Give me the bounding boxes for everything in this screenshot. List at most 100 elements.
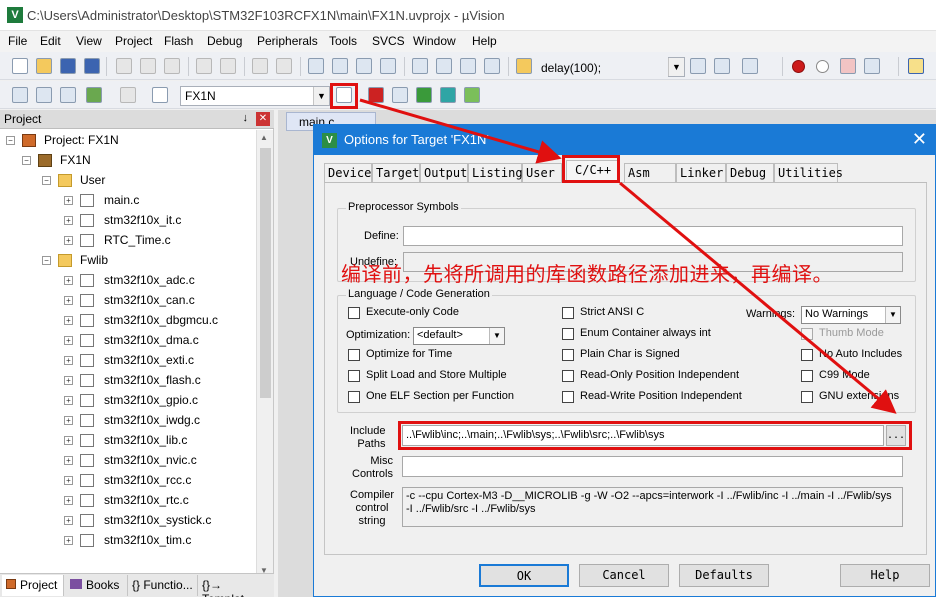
defaults-button[interactable]: Defaults [679,564,769,587]
tab-linker[interactable]: Linker [676,163,726,182]
find-in-files-icon[interactable] [516,58,532,74]
comment-icon[interactable] [460,58,476,74]
expand-icon[interactable]: + [64,456,73,465]
expand-icon[interactable]: + [64,496,73,505]
tab-debug[interactable]: Debug [726,163,774,182]
batch-build-icon[interactable] [86,87,102,103]
expand-icon[interactable]: + [64,396,73,405]
ok-button[interactable]: OK [479,564,569,587]
expand-icon[interactable]: + [64,236,73,245]
incremental-find-icon[interactable] [714,58,730,74]
one-elf-checkbox[interactable] [348,391,360,403]
menu-flash[interactable]: Flash [164,34,193,48]
tab-target[interactable]: Target [372,163,420,182]
collapse-icon[interactable]: − [6,136,15,145]
warnings-select[interactable]: No Warnings ▼ [801,306,901,324]
open-folder-icon[interactable] [36,58,52,74]
nav-back-icon[interactable] [252,58,268,74]
breakpoint-icon[interactable] [792,60,805,73]
readonly-pi-checkbox[interactable] [562,370,574,382]
close-icon[interactable]: ✕ [912,129,927,150]
build-icon[interactable] [36,87,52,103]
menu-help[interactable]: Help [472,34,497,48]
paste-icon[interactable] [164,58,180,74]
window-layout-icon[interactable] [908,58,924,74]
expand-icon[interactable]: + [64,336,73,345]
next-bookmark-icon[interactable] [356,58,372,74]
scrollbar-thumb[interactable] [260,148,271,398]
uncomment-icon[interactable] [484,58,500,74]
tab-listing[interactable]: Listing [468,163,523,182]
manage-project-items-icon[interactable] [392,87,408,103]
expand-icon[interactable]: + [64,376,73,385]
clear-bookmarks-icon[interactable] [380,58,396,74]
expand-icon[interactable]: + [64,216,73,225]
define-input[interactable] [403,226,903,246]
tab-asm[interactable]: Asm [624,163,676,182]
cut-icon[interactable] [116,58,132,74]
no-auto-includes-checkbox[interactable] [801,349,813,361]
optimization-select[interactable]: <default> ▼ [413,327,505,345]
collapse-icon[interactable]: − [22,156,31,165]
find-combo-dropdown[interactable]: ▼ [668,57,685,77]
redo-icon[interactable] [220,58,236,74]
prev-bookmark-icon[interactable] [332,58,348,74]
copy-icon[interactable] [140,58,156,74]
disable-breakpoint-icon[interactable] [816,60,829,73]
expand-icon[interactable]: + [64,476,73,485]
kill-breakpoints-icon[interactable] [840,58,856,74]
split-load-checkbox[interactable] [348,370,360,382]
optimize-time-checkbox[interactable] [348,349,360,361]
strict-ansi-checkbox[interactable] [562,307,574,319]
download-icon[interactable] [152,87,168,103]
collapse-icon[interactable]: − [42,176,51,185]
file-extensions-icon[interactable] [368,87,384,103]
expand-icon[interactable]: + [64,536,73,545]
tab-device[interactable]: Device [324,163,372,182]
menu-tools[interactable]: Tools [329,34,357,48]
help-button[interactable]: Help [840,564,930,587]
save-all-icon[interactable] [84,58,100,74]
tab-utilities[interactable]: Utilities [774,163,843,182]
expand-icon[interactable]: + [64,436,73,445]
menu-window[interactable]: Window [413,34,456,48]
translate-icon[interactable] [12,87,28,103]
save-icon[interactable] [60,58,76,74]
tools-icon[interactable] [864,58,880,74]
rebuild-icon[interactable] [60,87,76,103]
pack-installer-icon[interactable] [440,87,456,103]
expand-icon[interactable]: + [64,416,73,425]
tab-books[interactable]: Books [66,575,128,596]
tab-output[interactable]: Output [420,163,468,182]
execute-only-checkbox[interactable] [348,307,360,319]
stop-build-icon[interactable] [120,87,136,103]
debug-session-icon[interactable] [742,58,758,74]
menu-view[interactable]: View [76,34,102,48]
pin-icon[interactable]: ↓ [243,112,249,124]
menu-project[interactable]: Project [115,34,152,48]
cancel-button[interactable]: Cancel [579,564,669,587]
expand-icon[interactable]: + [64,276,73,285]
indent-icon[interactable] [412,58,428,74]
collapse-icon[interactable]: − [42,256,51,265]
nav-forward-icon[interactable] [276,58,292,74]
close-icon[interactable]: ✕ [256,112,270,126]
menu-file[interactable]: File [8,34,27,48]
undo-icon[interactable] [196,58,212,74]
menu-peripherals[interactable]: Peripherals [257,34,318,48]
misc-controls-input[interactable] [402,456,903,477]
unindent-icon[interactable] [436,58,452,74]
manage-rte-icon[interactable] [464,87,480,103]
target-select[interactable]: FX1N ▼ [180,86,330,106]
enum-container-checkbox[interactable] [562,328,574,340]
menu-edit[interactable]: Edit [40,34,61,48]
scroll-up-icon[interactable]: ▲ [260,133,268,142]
tab-templates[interactable]: {}→ Templat... [198,575,274,597]
expand-icon[interactable]: + [64,316,73,325]
expand-icon[interactable]: + [64,356,73,365]
readwrite-pi-checkbox[interactable] [562,391,574,403]
expand-icon[interactable]: + [64,516,73,525]
bookmark-icon[interactable] [308,58,324,74]
tab-functions[interactable]: {} Functio... [128,575,198,596]
find-icon[interactable] [690,58,706,74]
